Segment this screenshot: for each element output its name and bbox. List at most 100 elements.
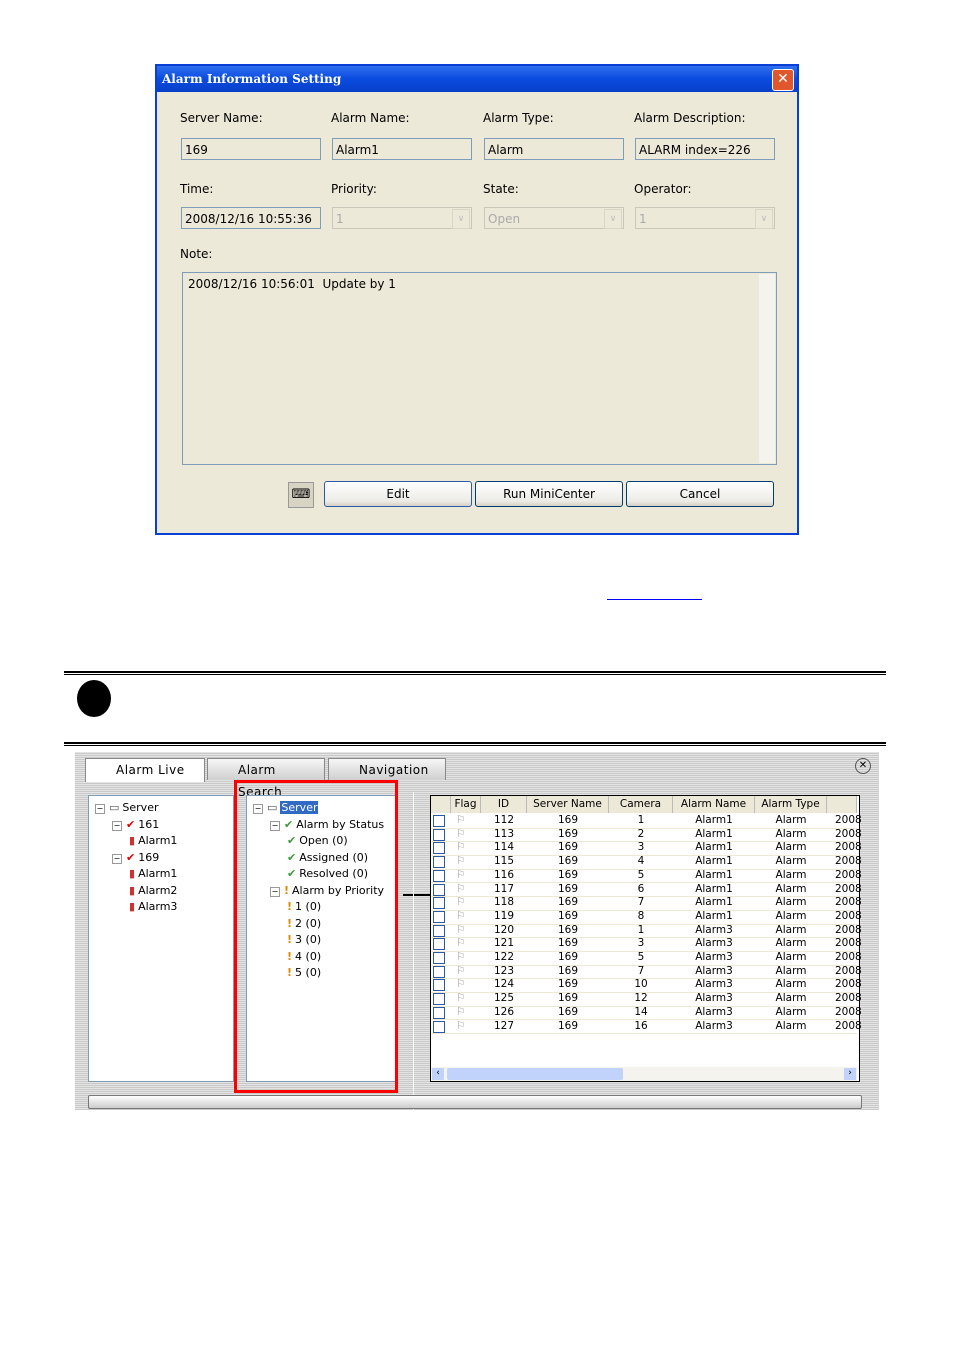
column-header[interactable]: Flag	[451, 796, 481, 813]
scroll-left-icon[interactable]: ‹	[432, 1068, 444, 1080]
expand-icon[interactable]: −	[112, 820, 122, 831]
row-checkbox[interactable]	[433, 1020, 445, 1033]
table-row[interactable]: ⚐ 123 169 7 Alarm3 Alarm 2008	[431, 965, 862, 980]
tab-alarm-search[interactable]: Alarm Search	[207, 758, 325, 799]
server-tree[interactable]: − ▭ Server − ✔ 161 ▮ Alarm1− ✔ 169 ▮ Alarm1 ▮ Alarm2 ▮…	[88, 795, 234, 1082]
tree-node[interactable]: − ✔ 169	[112, 850, 159, 866]
flag-icon[interactable]: ⚐	[451, 869, 471, 883]
row-checkbox[interactable]	[433, 979, 445, 992]
operator-select[interactable]: 1 ∨	[635, 207, 775, 229]
tree-node[interactable]: ▮ Alarm3	[129, 899, 177, 915]
status-bar	[88, 1095, 862, 1109]
table-row[interactable]: ⚐ 122 169 5 Alarm3 Alarm 2008	[431, 951, 862, 966]
flag-icon[interactable]: ⚐	[451, 814, 471, 828]
alarm-name-field[interactable]: Alarm1	[332, 138, 472, 160]
table-row[interactable]: ⚐ 115 169 4 Alarm1 Alarm 2008	[431, 855, 862, 870]
row-checkbox[interactable]	[433, 842, 445, 855]
tree-node[interactable]: − ▭ Server	[95, 800, 158, 816]
row-checkbox[interactable]	[433, 897, 445, 910]
column-header[interactable]	[827, 796, 857, 813]
link-underline[interactable]	[607, 599, 702, 600]
flag-icon[interactable]: ⚐	[451, 883, 471, 897]
row-checkbox[interactable]	[433, 993, 445, 1006]
table-row[interactable]: ⚐ 127 169 16 Alarm3 Alarm 2008	[431, 1020, 862, 1035]
row-checkbox[interactable]	[433, 910, 445, 923]
column-header[interactable]: ID	[481, 796, 527, 813]
table-row[interactable]: ⚐ 126 169 14 Alarm3 Alarm 2008	[431, 1006, 862, 1021]
row-checkbox[interactable]	[433, 1006, 445, 1019]
tree-node[interactable]: ▮ Alarm1	[129, 833, 177, 849]
alarm-description-field[interactable]: ALARM index=226	[635, 138, 775, 160]
column-header[interactable]: Camera	[609, 796, 673, 813]
table-row[interactable]: ⚐ 125 169 12 Alarm3 Alarm 2008	[431, 992, 862, 1007]
flag-icon[interactable]: ⚐	[451, 910, 471, 924]
horizontal-scrollbar[interactable]: ‹ ›	[431, 1067, 857, 1081]
flag-icon[interactable]: ⚐	[451, 855, 471, 869]
row-checkbox[interactable]	[433, 883, 445, 896]
table-row[interactable]: ⚐ 117 169 6 Alarm1 Alarm 2008	[431, 882, 862, 898]
column-header[interactable]: Alarm Name	[673, 796, 755, 813]
row-checkbox[interactable]	[433, 938, 445, 951]
flag-icon[interactable]: ⚐	[451, 841, 471, 855]
flag-icon[interactable]: ⚐	[451, 965, 471, 979]
keyboard-icon[interactable]: ⌨	[288, 482, 314, 508]
alarm-type-field[interactable]: Alarm	[484, 138, 624, 160]
highlight-box	[234, 780, 398, 1093]
table-cell: 2008	[835, 841, 862, 854]
tree-node[interactable]: ▮ Alarm1	[129, 866, 177, 882]
expand-icon[interactable]: −	[95, 804, 105, 814]
splitter[interactable]	[413, 792, 414, 1110]
flag-icon[interactable]: ⚐	[451, 992, 471, 1006]
row-checkbox[interactable]	[433, 924, 445, 937]
tab-navigation[interactable]: Navigation	[328, 758, 446, 780]
flag-icon[interactable]: ⚐	[451, 937, 471, 951]
table-row[interactable]: ⚐ 114 169 3 Alarm1 Alarm 2008	[431, 841, 862, 857]
cancel-button[interactable]: Cancel	[626, 481, 774, 507]
flag-icon[interactable]: ⚐	[451, 896, 471, 910]
flag-icon[interactable]: ⚐	[451, 951, 471, 965]
column-header[interactable]: Server Name	[527, 796, 609, 813]
flag-icon[interactable]: ⚐	[451, 1020, 471, 1034]
table-row[interactable]: ⚐ 116 169 5 Alarm1 Alarm 2008	[431, 869, 862, 884]
table-row[interactable]: ⚐ 121 169 3 Alarm3 Alarm 2008	[431, 937, 862, 952]
tab-alarm-live[interactable]: Alarm Live	[85, 758, 205, 782]
close-icon[interactable]: ✕	[855, 758, 871, 774]
note-textarea[interactable]: 2008/12/16 10:56:01 Update by 1	[182, 272, 777, 465]
state-select[interactable]: Open ∨	[484, 207, 624, 229]
table-cell: Alarm	[775, 882, 807, 895]
table-row[interactable]: ⚐ 119 169 8 Alarm1 Alarm 2008	[431, 910, 862, 925]
table-row[interactable]: ⚐ 112 169 1 Alarm1 Alarm 2008	[431, 814, 862, 829]
row-checkbox[interactable]	[433, 828, 445, 841]
flag-icon[interactable]: ⚐	[451, 828, 471, 842]
tree-node[interactable]: − ✔ 161	[112, 817, 159, 833]
table-cell: 169	[557, 841, 579, 854]
server-name-field[interactable]: 169	[181, 138, 321, 160]
row-checkbox[interactable]	[433, 815, 445, 827]
expand-icon[interactable]: −	[112, 853, 122, 864]
table-row[interactable]: ⚐ 118 169 7 Alarm1 Alarm 2008	[431, 896, 862, 911]
row-checkbox[interactable]	[433, 869, 445, 882]
table-cell: 113	[493, 827, 515, 840]
scroll-right-icon[interactable]: ›	[844, 1068, 856, 1080]
flag-icon[interactable]: ⚐	[451, 1006, 471, 1020]
table-cell: 2008	[835, 896, 862, 909]
time-field[interactable]: 2008/12/16 10:55:36	[181, 207, 321, 229]
priority-label: Priority:	[331, 182, 377, 196]
run-minicenter-button[interactable]: Run MiniCenter	[475, 481, 623, 507]
row-checkbox[interactable]	[433, 952, 445, 964]
flag-icon[interactable]: ⚐	[451, 978, 471, 992]
table-row[interactable]: ⚐ 120 169 1 Alarm3 Alarm 2008	[431, 924, 862, 939]
note-scrollbar[interactable]	[759, 274, 775, 463]
edit-button[interactable]: Edit	[324, 481, 472, 507]
scroll-thumb[interactable]	[447, 1068, 623, 1080]
close-button[interactable]: ✕	[772, 69, 794, 91]
table-row[interactable]: ⚐ 124 169 10 Alarm3 Alarm 2008	[431, 978, 862, 994]
tree-node[interactable]: ▮ Alarm2	[129, 883, 177, 899]
flag-icon[interactable]: ⚐	[451, 924, 471, 938]
table-row[interactable]: ⚐ 113 169 2 Alarm1 Alarm 2008	[431, 827, 862, 843]
priority-select[interactable]: 1 ∨	[332, 207, 472, 229]
row-checkbox[interactable]	[433, 965, 445, 978]
column-header[interactable]: Alarm Type	[755, 796, 827, 813]
row-checkbox[interactable]	[433, 856, 445, 869]
table-cell: 6	[637, 882, 645, 895]
